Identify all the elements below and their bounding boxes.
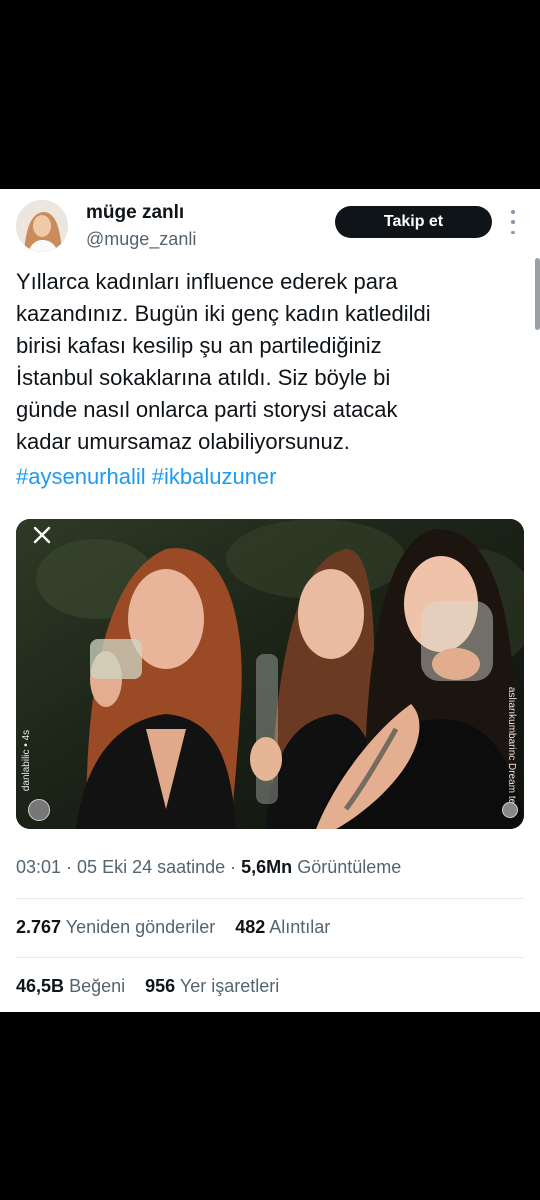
avatar[interactable]	[16, 200, 68, 252]
bookmarks-count: 956	[145, 976, 176, 996]
views-count: 5,6Mn	[241, 857, 293, 877]
author-name[interactable]: müge zanlı	[86, 202, 184, 224]
story-avatar	[28, 799, 50, 821]
tag-avatar	[502, 802, 518, 818]
bookmarks-label: Yer işaretleri	[179, 976, 280, 996]
tweet-meta: 03:01 · 05 Eki 24 saatinde · 5,6Mn Görün…	[16, 857, 401, 878]
divider	[16, 898, 524, 899]
story-username: danlabilic • 4s	[21, 729, 33, 792]
repost-stats-row: 2.767 Yeniden gönderiler 482 Alıntılar	[16, 917, 330, 938]
likes-label: Beğeni	[69, 976, 126, 996]
media-photo	[16, 519, 524, 829]
bookmarks-stat[interactable]: 956 Yer işaretleri	[145, 976, 279, 996]
views-label: Görüntüleme	[297, 857, 402, 877]
tweet-hashtags[interactable]: #aysenurhalil #ikbaluzuner	[16, 461, 277, 493]
author-handle[interactable]: @muge_zanli	[86, 229, 196, 250]
divider	[16, 957, 524, 958]
like-stats-row: 46,5B Beğeni 956 Yer işaretleri	[16, 976, 279, 997]
more-vertical-icon[interactable]	[507, 210, 519, 234]
quotes-stat[interactable]: 482 Alıntılar	[235, 917, 330, 937]
reposts-count: 2.767	[16, 917, 62, 937]
quotes-count: 482	[235, 917, 266, 937]
scrollbar[interactable]	[535, 258, 540, 330]
likes-stat[interactable]: 46,5B Beğeni	[16, 976, 125, 996]
quotes-label: Alıntılar	[269, 917, 331, 937]
close-icon[interactable]	[30, 523, 54, 547]
tweet-media-image[interactable]: danlabilic • 4s aslıarıkumbarinc Dream t…	[16, 519, 524, 829]
reposts-label: Yeniden gönderiler	[65, 917, 216, 937]
tweet-text: Yıllarca kadınları influence ederek para…	[16, 269, 431, 454]
story-tag: aslıarıkumbarinc Dream team	[506, 686, 518, 819]
tweet-time[interactable]: 03:01 · 05 Eki 24 saatinde ·	[16, 857, 236, 877]
follow-button[interactable]: Takip et	[335, 206, 492, 238]
likes-count: 46,5B	[16, 976, 65, 996]
reposts-stat[interactable]: 2.767 Yeniden gönderiler	[16, 917, 215, 937]
